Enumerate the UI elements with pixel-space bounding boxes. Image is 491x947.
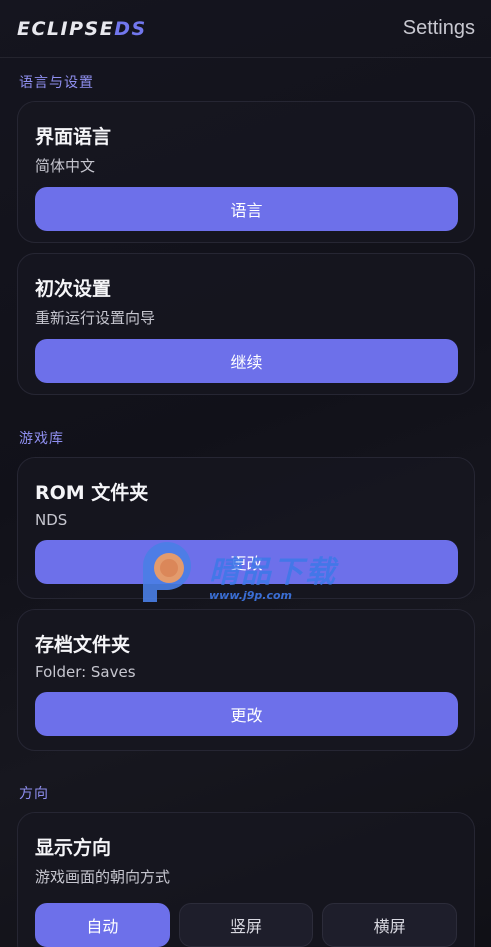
orientation-segmented-control: 自动 竖屏 横屏 xyxy=(35,903,458,947)
card-title: 初次设置 xyxy=(35,278,112,300)
orientation-option-landscape[interactable]: 横屏 xyxy=(322,903,458,947)
change-rom-folder-button[interactable]: 更改 xyxy=(35,540,458,584)
change-save-folder-button[interactable]: 更改 xyxy=(35,692,458,736)
card-subtitle: 游戏画面的朝向方式 xyxy=(35,868,171,886)
logo-main-text: ECLIPSE xyxy=(17,17,115,40)
section-label-library: 游戏库 xyxy=(19,431,64,447)
card-first-setup: 初次设置 重新运行设置向导 继续 xyxy=(17,253,475,395)
card-title: ROM 文件夹 xyxy=(35,482,149,504)
continue-button[interactable]: 继续 xyxy=(35,339,458,383)
orientation-option-portrait[interactable]: 竖屏 xyxy=(178,903,314,947)
section-label-language-setup: 语言与设置 xyxy=(19,75,94,91)
page-title: Settings xyxy=(402,17,475,39)
card-subtitle: Folder: Saves xyxy=(35,663,136,681)
card-subtitle: NDS xyxy=(35,511,68,529)
app-header: ECLIPSE DS Settings xyxy=(0,0,491,58)
card-title: 界面语言 xyxy=(35,126,112,148)
section-label-orientation: 方向 xyxy=(19,786,49,802)
card-display-orientation: 显示方向 游戏画面的朝向方式 自动 竖屏 横屏 xyxy=(17,812,475,947)
card-title: 存档文件夹 xyxy=(35,634,131,656)
card-title: 显示方向 xyxy=(35,837,112,859)
app-logo: ECLIPSE DS xyxy=(17,18,147,40)
card-subtitle: 重新运行设置向导 xyxy=(35,309,156,327)
card-rom-folder: ROM 文件夹 NDS 更改 xyxy=(17,457,475,599)
language-button[interactable]: 语言 xyxy=(35,187,458,231)
logo-accent-text: DS xyxy=(114,17,147,40)
card-save-folder: 存档文件夹 Folder: Saves 更改 xyxy=(17,609,475,751)
orientation-option-auto[interactable]: 自动 xyxy=(35,903,170,947)
card-interface-language: 界面语言 简体中文 语言 xyxy=(17,101,475,243)
card-subtitle: 简体中文 xyxy=(35,157,96,175)
